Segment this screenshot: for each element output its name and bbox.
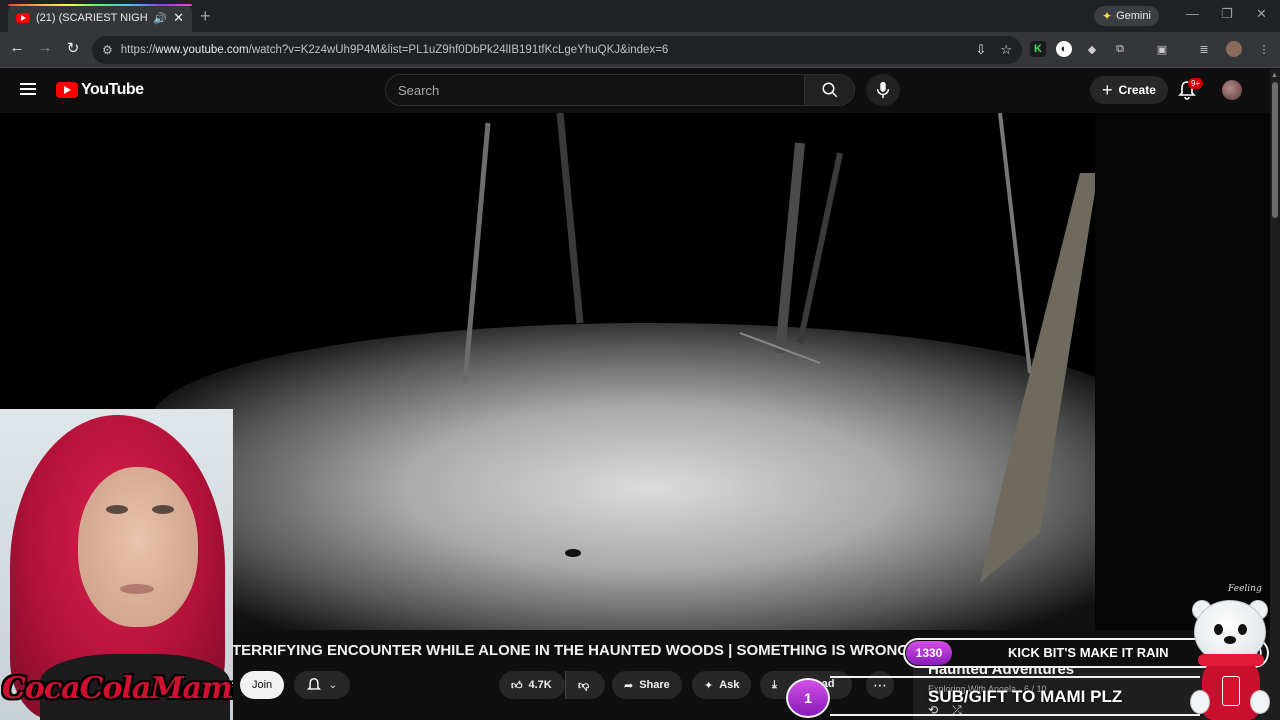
mascot-signature: Feeling (1228, 584, 1262, 594)
search-icon (822, 82, 837, 98)
gemini-button[interactable]: ✦ Gemini (1094, 6, 1159, 26)
thumbs-down-icon: 👎︎ (578, 679, 590, 692)
bell-icon (306, 678, 321, 690)
menu-hamburger-icon[interactable] (20, 83, 36, 95)
bear-scarf (1198, 654, 1264, 666)
sub-alert-text: SUB/GIFT TO MAMI PLZ (928, 687, 1123, 706)
extension-k-icon[interactable]: K (1030, 41, 1046, 57)
forward-arrow-icon[interactable]: → (35, 39, 55, 56)
search-box: Search (385, 74, 855, 106)
close-window-icon[interactable]: ✕ (1256, 6, 1267, 22)
restore-icon[interactable]: ❐ (1221, 6, 1233, 22)
bits-alert-text: KICK BIT'S MAKE IT RAIN (1008, 645, 1169, 660)
create-label: Create (1118, 83, 1156, 97)
microphone-icon (876, 81, 890, 99)
scrollbar-thumb[interactable] (1272, 82, 1278, 218)
webcam-eye-right (152, 505, 174, 514)
bear-paw-left (1190, 690, 1210, 714)
bits-alert-count: 1330 (906, 641, 952, 665)
video-dark-region (1095, 113, 1270, 630)
like-button[interactable]: 👍︎ 4.7K (499, 671, 565, 699)
tab-title: (21) (SCARIEST NIGHT ALO (36, 12, 148, 24)
media-controls-icon[interactable]: ≣ (1196, 41, 1212, 57)
scroll-up-arrow-icon[interactable]: ▲ (1271, 72, 1278, 79)
bear-soda-can (1222, 676, 1240, 706)
speaker-icon[interactable]: 🔊 (153, 12, 167, 25)
gemini-label: Gemini (1116, 10, 1151, 22)
subscription-bell-button[interactable]: ⌄ (294, 671, 350, 699)
bear-paw-right (1250, 690, 1270, 714)
bear-eye-right (1238, 624, 1247, 635)
profile-avatar-icon[interactable] (1226, 41, 1242, 57)
notifications-badge: 9+ (1188, 78, 1204, 89)
youtube-logo[interactable]: YouTube (56, 81, 144, 99)
youtube-play-icon (56, 82, 78, 98)
streamer-watermark: CocaColaMami (2, 671, 233, 706)
browser-menu-icon[interactable]: ⋮ (1256, 41, 1272, 57)
chevron-down-icon: ⌄ (328, 679, 338, 691)
search-button[interactable] (804, 75, 854, 105)
video-title: TERRIFYING ENCOUNTER WHILE ALONE IN THE … (232, 642, 914, 659)
site-settings-icon[interactable]: ⚙ (102, 43, 113, 57)
account-avatar[interactable] (1222, 80, 1242, 100)
close-tab-icon[interactable]: ✕ (173, 10, 184, 26)
gemini-spark-icon: ✦ (1102, 9, 1113, 23)
sparkle-icon: ✦ (704, 679, 714, 692)
download-icon: ⤓ (772, 678, 777, 691)
bear-eye-left (1214, 624, 1223, 635)
voice-search-button[interactable] (866, 74, 900, 106)
ask-label: Ask (719, 679, 740, 691)
extension-tag-icon[interactable]: ◆ (1084, 41, 1100, 57)
extension-circle-icon[interactable]: ◐ (1056, 41, 1072, 57)
share-button[interactable]: ➦ Share (612, 671, 682, 699)
thumbs-up-icon: 👍︎ (511, 679, 523, 692)
youtube-favicon-icon (16, 13, 30, 23)
plus-icon: + (1102, 79, 1113, 100)
browser-tab-active[interactable]: (21) (SCARIEST NIGHT ALO 🔊 ✕ (8, 4, 192, 32)
extensions-puzzle-icon[interactable]: ⧉ (1112, 41, 1128, 57)
like-count: 4.7K (528, 679, 552, 691)
webcam-lips (120, 584, 154, 594)
dislike-button[interactable]: 👎︎ (565, 671, 605, 699)
address-bar[interactable]: ⚙ https://www.youtube.com/watch?v=K2z4wU… (92, 36, 1022, 64)
sub-alert-top-line (830, 676, 1200, 678)
install-app-icon[interactable]: ⇩ (975, 42, 986, 58)
back-arrow-icon[interactable]: ← (7, 39, 27, 56)
create-button[interactable]: + Create (1090, 76, 1168, 104)
share-label: Share (639, 679, 670, 691)
youtube-header: YouTube Search + Create 9+ (0, 69, 1270, 113)
browser-tab-strip: (21) (SCARIEST NIGHT ALO 🔊 ✕ + ✦ Gemini … (0, 0, 1280, 32)
search-input[interactable]: Search (386, 75, 804, 105)
url-text[interactable]: https://www.youtube.com/watch?v=K2z4wUh9… (121, 44, 669, 56)
share-arrow-icon: ➦ (624, 679, 634, 692)
webcam-face (78, 467, 198, 627)
bear-nose (1224, 636, 1236, 644)
minimize-icon[interactable]: — (1186, 6, 1199, 21)
sub-alert-bottom-line (830, 714, 1200, 716)
ask-button[interactable]: ✦ Ask (692, 671, 752, 699)
polar-bear-mascot (1188, 596, 1272, 720)
webcam-eye-left (106, 505, 128, 514)
tab-rainbow-border (8, 4, 192, 6)
youtube-logo-text: YouTube (81, 81, 144, 98)
streamer-webcam: CocaColaMami (0, 409, 233, 720)
side-panel-icon[interactable]: ▣ (1154, 41, 1170, 57)
bookmark-star-icon[interactable]: ☆ (1000, 42, 1012, 58)
browser-toolbar: ← → ↻ ⚙ https://www.youtube.com/watch?v=… (0, 32, 1280, 68)
join-button[interactable]: Join (240, 671, 285, 699)
sub-alert-count: 1 (786, 678, 830, 718)
reload-icon[interactable]: ↻ (63, 39, 83, 57)
new-tab-icon[interactable]: + (200, 6, 211, 27)
